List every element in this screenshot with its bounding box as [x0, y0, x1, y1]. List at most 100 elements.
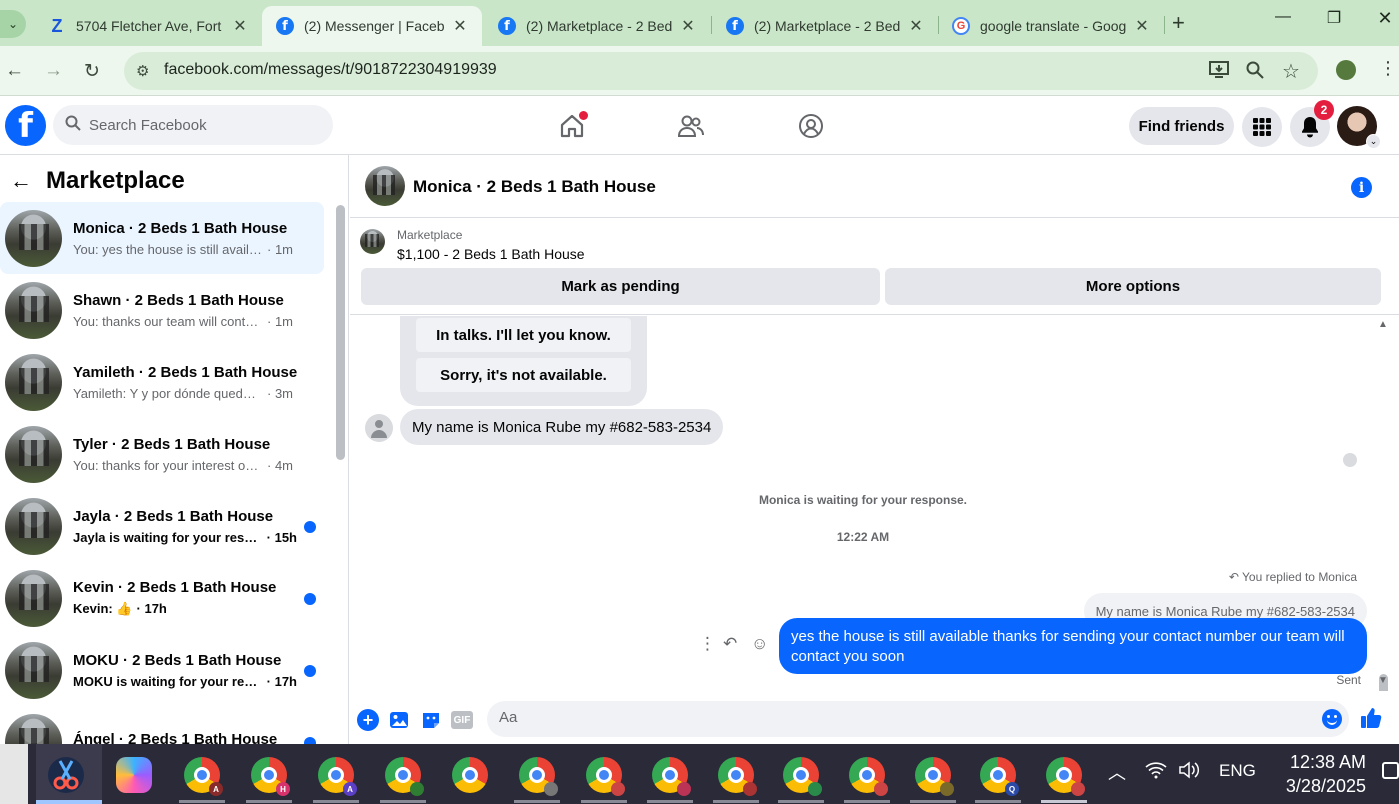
profile-avatar[interactable]: ⌄: [1337, 106, 1381, 149]
facebook-icon: f: [276, 17, 294, 35]
close-tab-icon[interactable]: ✕: [680, 16, 696, 36]
emoji-icon[interactable]: [1322, 709, 1342, 729]
gif-icon[interactable]: GIF: [451, 711, 473, 729]
conversation-item[interactable]: Tyler · 2 Beds 1 Bath House You: thanks …: [0, 418, 324, 490]
browser-tab-marketplace-2[interactable]: f (2) Marketplace - 2 Beds ✕: [712, 6, 938, 46]
conversation-item[interactable]: Monica · 2 Beds 1 Bath House You: yes th…: [0, 202, 324, 274]
chrome-profile-icon[interactable]: [1046, 757, 1085, 796]
conversation-item[interactable]: MOKU · 2 Beds 1 Bath House MOKU is waiti…: [0, 634, 324, 706]
reply-icon[interactable]: ↶: [723, 634, 737, 654]
chrome-profile-icon[interactable]: [783, 757, 822, 796]
running-app-indicator: [514, 800, 560, 803]
browser-tab-marketplace-1[interactable]: f (2) Marketplace - 2 Beds ✕: [484, 6, 710, 46]
chat-panel: Monica · 2 Beds 1 Bath House i Marketpla…: [350, 155, 1399, 745]
snipping-tool-icon[interactable]: [48, 757, 84, 793]
conversation-preview: Yamileth: Y y por dónde queda dis...: [73, 385, 263, 401]
menu-grid-button[interactable]: [1242, 107, 1282, 147]
thumbs-up-icon[interactable]: [1360, 707, 1382, 735]
listing-thumbnail[interactable]: [360, 229, 385, 254]
chrome-profile-icon[interactable]: H: [251, 757, 290, 796]
message-input-field[interactable]: [487, 701, 1349, 737]
conversation-item[interactable]: Ángel · 2 Beds 1 Bath House: [0, 706, 324, 745]
sticker-icon[interactable]: [420, 709, 442, 731]
minimize-icon[interactable]: —: [1263, 8, 1303, 26]
tab-search-button[interactable]: ⌄: [0, 10, 26, 38]
chrome-profile-icon[interactable]: [586, 757, 625, 796]
bookmark-star-icon[interactable]: ☆: [1282, 59, 1300, 84]
chrome-profile-icon[interactable]: A: [318, 757, 357, 796]
wifi-icon[interactable]: [1145, 761, 1167, 784]
chrome-profile-icon[interactable]: [385, 757, 424, 796]
conversation-item[interactable]: Shawn · 2 Beds 1 Bath House You: thanks …: [0, 274, 324, 346]
more-options-button[interactable]: More options: [885, 268, 1381, 305]
scrollbar-thumb[interactable]: [336, 205, 345, 460]
chrome-profile-icon[interactable]: [652, 757, 691, 796]
sender-avatar[interactable]: [365, 414, 393, 442]
chrome-menu-icon[interactable]: ⋮: [1379, 58, 1397, 79]
scroll-down-arrow[interactable]: ▼: [1378, 675, 1388, 686]
browser-tab-messenger[interactable]: f (2) Messenger | Facebook ✕: [262, 6, 482, 46]
chrome-profile-icon[interactable]: [1336, 60, 1356, 80]
find-friends-button[interactable]: Find friends: [1129, 107, 1234, 145]
quick-reply-button[interactable]: Sorry, it's not available.: [416, 358, 631, 392]
close-tab-icon[interactable]: ✕: [232, 16, 248, 36]
more-actions-icon[interactable]: ⋮: [699, 634, 716, 654]
taskbar-clock[interactable]: 12:38 AM 3/28/2025: [1266, 750, 1366, 798]
chrome-profile-icon[interactable]: [849, 757, 888, 796]
browser-tab-zillow[interactable]: Z 5704 Fletcher Ave, Fort W ✕: [34, 6, 262, 46]
search-input[interactable]: [89, 116, 309, 134]
chat-title[interactable]: Monica · 2 Beds 1 Bath House: [413, 177, 656, 197]
close-tab-icon[interactable]: ✕: [452, 16, 468, 36]
home-nav-button[interactable]: [554, 109, 590, 143]
back-arrow-icon[interactable]: ←: [10, 168, 32, 194]
mark-as-pending-button[interactable]: Mark as pending: [361, 268, 880, 305]
chevron-down-icon: ⌄: [1366, 134, 1381, 149]
chrome-icon[interactable]: [452, 757, 488, 793]
address-bar[interactable]: ⚙ facebook.com/messages/t/90187223049199…: [124, 52, 1318, 90]
copilot-icon[interactable]: [116, 757, 152, 793]
reload-icon[interactable]: ↻: [84, 60, 100, 83]
zoom-icon[interactable]: [1246, 61, 1264, 84]
chat-avatar[interactable]: [365, 166, 405, 206]
new-tab-button[interactable]: +: [1172, 10, 1185, 36]
notification-center-icon[interactable]: [1382, 762, 1399, 779]
restore-icon[interactable]: ❐: [1314, 8, 1354, 28]
chrome-profile-icon[interactable]: [915, 757, 954, 796]
close-window-icon[interactable]: ✕: [1365, 8, 1399, 29]
forward-arrow-icon[interactable]: →: [44, 60, 63, 82]
volume-icon[interactable]: [1178, 761, 1200, 784]
conversation-item[interactable]: Yamileth · 2 Beds 1 Bath House Yamileth:…: [0, 346, 324, 418]
tray-overflow-icon[interactable]: ︿: [1108, 759, 1126, 785]
groups-nav-button[interactable]: [793, 109, 829, 143]
language-indicator[interactable]: ENG: [1219, 761, 1256, 781]
message-input[interactable]: [499, 709, 1299, 726]
tab-title: (2) Marketplace - 2 Beds: [526, 18, 672, 34]
conversation-item[interactable]: Kevin · 2 Beds 1 Bath House Kevin: 👍 · 17…: [0, 562, 324, 634]
install-app-icon[interactable]: [1209, 61, 1229, 84]
site-info-icon[interactable]: ⚙: [136, 62, 149, 80]
scroll-up-arrow[interactable]: ▲: [1378, 319, 1388, 330]
conversation-item[interactable]: Jayla · 2 Beds 1 Bath House Jayla is wai…: [0, 490, 324, 562]
facebook-logo[interactable]: f: [5, 105, 46, 146]
chrome-profile-icon[interactable]: [519, 757, 558, 796]
chrome-profile-icon[interactable]: Q: [980, 757, 1019, 796]
facebook-search[interactable]: [53, 105, 333, 145]
start-button[interactable]: [0, 744, 28, 804]
chrome-profile-icon[interactable]: A: [184, 757, 223, 796]
friends-nav-button[interactable]: [673, 109, 709, 143]
outgoing-message[interactable]: yes the house is still available thanks …: [779, 618, 1367, 674]
photo-icon[interactable]: [388, 709, 410, 731]
browser-tab-google-translate[interactable]: G google translate - Google ✕: [938, 6, 1164, 46]
quick-reply-button[interactable]: In talks. I'll let you know.: [416, 318, 631, 352]
close-tab-icon[interactable]: ✕: [908, 16, 924, 36]
listing-title[interactable]: $1,100 - 2 Beds 1 Bath House: [397, 246, 585, 262]
close-tab-icon[interactable]: ✕: [1134, 16, 1150, 36]
url-text[interactable]: facebook.com/messages/t/9018722304919939: [164, 61, 497, 79]
plus-icon[interactable]: +: [357, 709, 379, 731]
info-icon[interactable]: i: [1351, 177, 1372, 198]
chrome-profile-icon[interactable]: [718, 757, 757, 796]
incoming-message[interactable]: My name is Monica Rube my #682-583-2534: [400, 409, 724, 445]
react-emoji-icon[interactable]: ☺: [751, 634, 768, 654]
back-arrow-icon[interactable]: ←: [5, 60, 24, 82]
browser-toolbar: ← → ↻ ⚙ facebook.com/messages/t/90187223…: [0, 46, 1399, 96]
